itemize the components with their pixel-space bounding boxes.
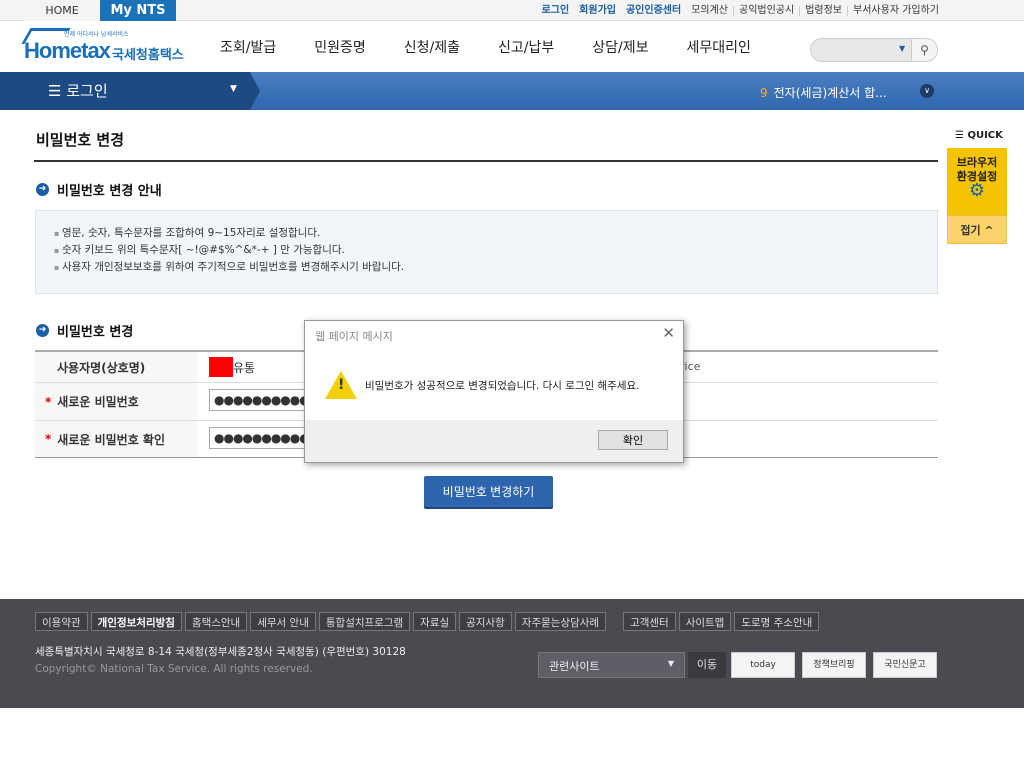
username-label: 사용자명(상호명): [35, 352, 197, 382]
mock-calc-link[interactable]: 모의계산: [686, 5, 733, 16]
footer-link[interactable]: 홈택스안내: [184, 612, 248, 631]
footer-link[interactable]: 이용약관: [35, 612, 88, 631]
footer-address: 세종특별자치시 국세청로 8-14 국세청(정부세종2청사 국세청동) (우편번…: [35, 646, 406, 658]
quick-label: QUICK: [967, 130, 1003, 141]
ok-button[interactable]: 확인: [598, 430, 668, 450]
chevron-down-icon: ▼: [667, 659, 674, 668]
banner-epeople[interactable]: 국민신문고: [873, 652, 937, 678]
menu-label: 로그인: [66, 82, 108, 100]
top-utility-bar: HOME My NTS 로그인 회원가입 공인인증센터 모의계산 공익법인공시 …: [0, 0, 1024, 21]
divider: [34, 160, 938, 162]
public-corp-link[interactable]: 공익법인공시: [733, 5, 799, 16]
menu-icon: ☰: [48, 82, 67, 100]
nav-report-pay[interactable]: 신고/납부: [498, 37, 554, 57]
close-icon[interactable]: ✕: [662, 324, 675, 342]
form-heading: ➜ 비밀번호 변경: [36, 321, 133, 340]
header: 언제 어디서나 납세서비스 Hometax 국세청홈택스 조회/발급 민원증명 …: [0, 22, 1024, 72]
new-password-label: * 새로운 비밀번호: [35, 383, 197, 420]
quick-title: ☰ QUICK: [955, 130, 1003, 141]
form-title: 비밀번호 변경: [57, 325, 134, 340]
mynts-tab[interactable]: My NTS: [100, 0, 176, 21]
guide-box: 영문, 숫자, 특수문자를 조합하여 9~15자리로 설정합니다. 숫자 키보드…: [35, 210, 938, 294]
change-password-button[interactable]: 비밀번호 변경하기: [424, 476, 553, 507]
banner-today[interactable]: today: [731, 652, 795, 678]
notice-ticker[interactable]: 9 전자(세금)계산서 합...: [760, 84, 887, 101]
footer-link[interactable]: 자주묻는상담사례: [514, 612, 607, 631]
arrow-right-icon: ➜: [36, 324, 49, 337]
chevron-down-icon[interactable]: ∨: [920, 84, 934, 98]
nav-consult[interactable]: 상담/제보: [592, 37, 648, 57]
go-button[interactable]: 이동: [688, 652, 726, 678]
footer-links: 이용약관 개인정보처리방침 홈택스안내 세무서 안내 통합설치프로그램 자료실 …: [35, 612, 822, 631]
footer-link[interactable]: 개인정보처리방침: [90, 612, 182, 631]
signup-link[interactable]: 회원가입: [574, 5, 621, 16]
footer-link[interactable]: 사이트맵: [678, 612, 732, 631]
fold-button[interactable]: 접기 ^: [947, 215, 1007, 244]
nav-inquiry[interactable]: 조회/발급: [220, 37, 276, 57]
guide-title: 비밀번호 변경 안내: [57, 184, 162, 199]
label-text: 새로운 비밀번호: [57, 395, 139, 409]
top-links: 로그인 회원가입 공인인증센터 모의계산 공익법인공시 법령정보 부서사용자 가…: [537, 0, 944, 21]
home-tab[interactable]: HOME: [24, 0, 100, 21]
footer-link[interactable]: 통합설치프로그램: [318, 612, 411, 631]
nav-tax-agent[interactable]: 세무대리인: [687, 37, 751, 57]
related-label: 관련사이트: [549, 660, 600, 673]
footer-copyright: Copyright© National Tax Service. All rig…: [35, 663, 313, 675]
footer-link[interactable]: 도로명 주소안내: [734, 612, 820, 631]
dialog-title: 웹 페이지 메시지: [315, 330, 393, 343]
dropdown-arrow-icon: ▼: [230, 84, 237, 94]
logo-kor: 국세청홈택스: [112, 48, 184, 63]
chevron-down-icon[interactable]: ▼: [899, 44, 905, 53]
dialog-footer: 확인: [305, 420, 683, 462]
footer-link[interactable]: 고객센터: [623, 612, 676, 631]
username-value: 유통: [209, 352, 255, 382]
nav-apply[interactable]: 신청/제출: [404, 37, 460, 57]
main-nav: 조회/발급 민원증명 신청/제출 신고/납부 상담/제보 세무대리인: [220, 22, 789, 72]
related-sites-select[interactable]: 관련사이트 ▼: [538, 652, 685, 678]
search-input[interactable]: ▼ ⚲: [810, 38, 938, 62]
page-title: 비밀번호 변경: [36, 131, 125, 149]
guide-heading: ➜ 비밀번호 변경 안내: [36, 180, 162, 199]
gear-icon: ⚙: [968, 180, 986, 201]
warning-icon: !: [325, 371, 357, 399]
guide-item: 영문, 숫자, 특수문자를 조합하여 9~15자리로 설정합니다.: [54, 225, 919, 242]
menu-dropdown[interactable]: ☰ 로그인 ▼: [0, 72, 260, 110]
footer: 이용약관 개인정보처리방침 홈택스안내 세무서 안내 통합설치프로그램 자료실 …: [0, 599, 1024, 708]
banner-policy-briefing[interactable]: 정책브리핑: [802, 652, 866, 678]
footer-link[interactable]: 공지사항: [459, 612, 512, 631]
confirm-password-label: * 새로운 비밀번호 확인: [35, 421, 197, 457]
logo-tagline: 언제 어디서나 납세서비스: [64, 31, 129, 38]
dialog-message: 비밀번호가 성공적으로 변경되었습니다. 다시 로그인 해주세요.: [365, 380, 640, 392]
footer-link[interactable]: 세무서 안내: [250, 612, 316, 631]
redacted-block: [209, 357, 233, 377]
notice-text: 전자(세금)계산서 합...: [773, 86, 887, 100]
logo-text: Hometax: [24, 38, 111, 63]
law-info-link[interactable]: 법령정보: [799, 5, 847, 16]
nav-certificate[interactable]: 민원증명: [314, 37, 366, 57]
search-icon[interactable]: ⚲: [911, 39, 937, 61]
label-text: 새로운 비밀번호 확인: [57, 432, 165, 447]
sub-bar: ☰ 로그인 ▼ 9 전자(세금)계산서 합... ∨: [0, 72, 1024, 110]
browser-settings-button[interactable]: 브라우저 환경설정 ⚙: [947, 148, 1007, 215]
notice-number: 9: [760, 86, 768, 100]
username-text: 유통: [233, 360, 256, 375]
login-link[interactable]: 로그인: [537, 5, 575, 16]
alert-dialog: 웹 페이지 메시지 ✕ ! 비밀번호가 성공적으로 변경되었습니다. 다시 로그…: [304, 320, 684, 463]
guide-item: 사용자 개인정보보호를 위하여 주기적으로 비밀번호를 변경해주시기 바랍니다.: [54, 259, 919, 276]
footer-link[interactable]: 자료실: [413, 612, 457, 631]
guide-item: 숫자 키보드 위의 특수문자[ ~!@#$%^&*-+ ] 만 가능합니다.: [54, 242, 919, 259]
arrow-right-icon: ➜: [36, 183, 49, 196]
cert-center-link[interactable]: 공인인증센터: [621, 5, 686, 16]
hometax-logo[interactable]: 언제 어디서나 납세서비스 Hometax 국세청홈택스: [21, 28, 194, 66]
dept-user-signup-link[interactable]: 부서사용자 가입하기: [847, 5, 944, 16]
